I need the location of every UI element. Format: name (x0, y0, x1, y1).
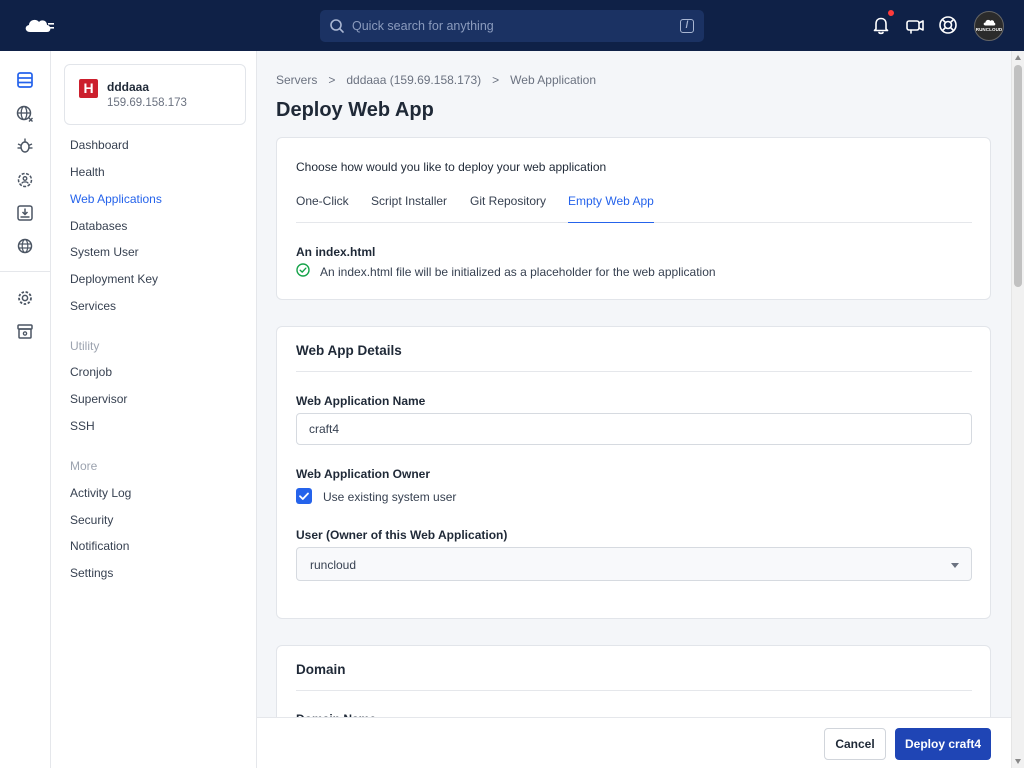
action-bar: Cancel Deploy craft4 (257, 717, 1011, 768)
bell-icon[interactable] (870, 14, 892, 36)
user-owner-label: User (Owner of this Web Application) (296, 528, 508, 542)
team-settings-icon[interactable] (14, 169, 36, 191)
use-existing-user-label[interactable]: Use existing system user (323, 490, 456, 504)
web-app-details-card: Web App Details Web Application Name Web… (276, 326, 991, 619)
server-sidebar: H dddaaa 159.69.158.173 Dashboard Health… (51, 51, 257, 768)
hetzner-logo-icon: H (79, 79, 98, 98)
tab-one-click[interactable]: One-Click (296, 194, 349, 223)
search-icon (330, 19, 344, 33)
sidebar-item-deployment-key[interactable]: Deployment Key (70, 272, 158, 286)
top-bar: Quick search for anything / RUNCLOUD (0, 0, 1024, 51)
sidebar-item-notification[interactable]: Notification (70, 539, 129, 553)
page-title: Deploy Web App (276, 99, 434, 121)
sidebar-item-databases[interactable]: Databases (70, 219, 127, 233)
sidebar-item-system-user[interactable]: System User (70, 245, 139, 259)
sidebar-item-activity-log[interactable]: Activity Log (70, 486, 131, 500)
deploy-method-card: Choose how would you like to deploy your… (276, 137, 991, 300)
use-existing-user-checkbox[interactable] (296, 488, 312, 504)
sidebar-item-supervisor[interactable]: Supervisor (70, 392, 127, 406)
scroll-down-arrow-icon[interactable] (1015, 759, 1021, 764)
dns-globe-icon[interactable] (14, 235, 36, 257)
server-card[interactable]: H dddaaa 159.69.158.173 (64, 64, 246, 125)
breadcrumb-current: Web Application (510, 73, 597, 87)
sidebar-item-health[interactable]: Health (70, 165, 105, 179)
breadcrumb-separator: > (328, 73, 336, 87)
scroll-thumb[interactable] (1014, 65, 1022, 287)
section-divider (296, 690, 972, 691)
sidebar-group-utility: Utility (70, 339, 100, 353)
tab-empty-web-app[interactable]: Empty Web App (568, 194, 654, 223)
cancel-button[interactable]: Cancel (824, 728, 886, 760)
search-bar[interactable]: Quick search for anything / (320, 10, 704, 42)
sidebar-item-services[interactable]: Services (70, 299, 116, 313)
icon-rail (0, 51, 51, 768)
index-html-description: An index.html file will be initialized a… (320, 265, 716, 279)
section-divider (296, 371, 972, 372)
bug-icon[interactable] (14, 135, 36, 157)
breadcrumb: Servers > dddaaa (159.69.158.173) > Web Appl… (276, 73, 596, 87)
notification-dot (888, 10, 894, 16)
backup-download-icon[interactable] (14, 202, 36, 224)
avatar-label: RUNCLOUD (975, 27, 1003, 32)
deploy-method-tabs: One-Click Script Installer Git Repositor… (296, 194, 972, 223)
search-shortcut-key: / (680, 19, 694, 33)
tab-script-installer[interactable]: Script Installer (371, 194, 447, 223)
sidebar-item-cronjob[interactable]: Cronjob (70, 365, 112, 379)
sidebar-item-settings[interactable]: Settings (70, 566, 113, 580)
user-owner-select[interactable]: runcloud (296, 547, 972, 581)
vertical-scrollbar[interactable] (1011, 51, 1024, 768)
user-owner-value: runcloud (310, 558, 357, 572)
caret-down-icon (951, 563, 959, 568)
tab-git-repository[interactable]: Git Repository (470, 194, 546, 223)
index-html-title: An index.html (296, 245, 376, 259)
web-app-owner-label: Web Application Owner (296, 467, 431, 481)
sidebar-item-dashboard[interactable]: Dashboard (70, 138, 129, 152)
cloud-logo-icon[interactable] (20, 14, 56, 38)
web-app-name-label: Web Application Name (296, 394, 426, 408)
announcement-icon[interactable] (904, 14, 926, 36)
user-avatar[interactable]: RUNCLOUD (974, 11, 1004, 41)
domain-heading: Domain (296, 662, 346, 677)
servers-icon[interactable] (14, 69, 36, 91)
breadcrumb-server[interactable]: dddaaa (159.69.158.173) (346, 73, 481, 87)
server-name: dddaaa (107, 80, 150, 94)
breadcrumb-separator: > (492, 73, 500, 87)
deploy-button[interactable]: Deploy craft4 (895, 728, 991, 760)
checkmark-icon (299, 492, 309, 500)
sidebar-item-web-applications[interactable]: Web Applications (70, 192, 162, 206)
main-content: Servers > dddaaa (159.69.158.173) > Web Appl… (257, 51, 1011, 768)
help-lifebuoy-icon[interactable] (937, 14, 959, 36)
globe-network-icon[interactable] (14, 103, 36, 125)
sidebar-item-ssh[interactable]: SSH (70, 419, 95, 433)
sidebar-group-more: More (70, 459, 98, 473)
avatar-cloud-icon (983, 19, 996, 26)
web-app-details-heading: Web App Details (296, 343, 402, 358)
breadcrumb-servers[interactable]: Servers (276, 73, 317, 87)
check-circle-icon (296, 263, 310, 277)
rail-divider (0, 271, 50, 272)
search-placeholder[interactable]: Quick search for anything (352, 19, 494, 33)
scroll-up-arrow-icon[interactable] (1015, 55, 1021, 60)
gear-icon[interactable] (14, 287, 36, 309)
web-app-name-input[interactable] (296, 413, 972, 445)
archive-box-icon[interactable] (14, 320, 36, 342)
sidebar-item-security[interactable]: Security (70, 513, 113, 527)
server-ip: 159.69.158.173 (107, 97, 187, 109)
deploy-method-prompt: Choose how would you like to deploy your… (296, 160, 607, 174)
